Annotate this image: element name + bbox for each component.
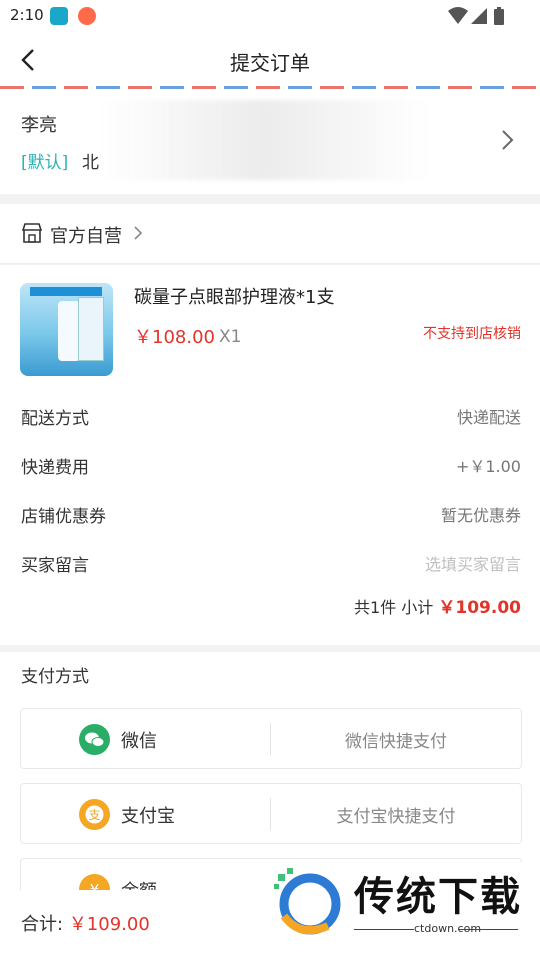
store-pickup-notice: 不支持到店核销 [423,326,521,342]
svg-text:支: 支 [88,808,100,822]
app-notification-icon [50,7,68,25]
watermark: 传统下载 ctdown.com [262,862,532,950]
order-total: 合计: ￥109.00 [21,910,150,936]
alipay-icon: 支 [79,799,110,830]
total-label: 合计: [21,914,64,935]
payment-option-name: 微信 [121,731,157,752]
watermark-line [458,929,518,930]
watermark-line [354,929,414,930]
subtotal-label: 共1件 小计 [354,598,434,617]
subtotal-amount: ￥109.00 [438,598,521,618]
battery-icon [494,7,504,25]
product-image-banner [30,287,102,296]
payment-section: 支付方式 微信 微信快捷支付 支 支付宝 支付宝快捷支付 ¥ 余额 [0,652,540,919]
payment-option-alipay[interactable]: 支 支付宝 支付宝快捷支付 [20,783,522,844]
product-name: 碳量子点眼部护理液*1支 [134,287,335,308]
shop-row[interactable]: 官方自营 [0,204,540,264]
watermark-logo-icon [274,868,341,935]
product-bottle [58,301,80,361]
store-icon [21,223,43,243]
page-title: 提交订单 [230,51,310,75]
total-amount: ￥109.00 [68,914,150,935]
wifi-icon [448,7,468,24]
buyer-message-label: 买家留言 [21,556,89,576]
delivery-method-value: 快递配送 [456,408,521,427]
product-image[interactable] [20,283,113,376]
shipping-fee-label: 快递费用 [21,458,89,478]
delivery-method-label: 配送方式 [21,409,89,429]
chevron-right-icon[interactable] [500,128,516,152]
chevron-right-icon [134,226,143,240]
buyer-message-row[interactable]: 买家留言 选填买家留言 [0,539,540,588]
product-quantity: X1 [219,327,242,347]
coupon-value: 暂无优惠券 [440,506,521,525]
recipient-name: 李亮 [21,115,57,136]
address-stripe [0,86,540,89]
redacted-address [100,100,430,180]
store-name: 官方自营 [50,226,122,247]
header: 提交订单 [0,32,540,88]
payment-option-name: 支付宝 [121,806,175,827]
signal-icon [471,8,487,24]
payment-option-wechat[interactable]: 微信 微信快捷支付 [20,708,522,769]
subtotal: 共1件 小计 ￥109.00 [354,593,521,618]
payment-option-desc: 支付宝快捷支付 [336,807,456,827]
coupon-row[interactable]: 店铺优惠券 暂无优惠券 [0,490,540,539]
status-bar: 2:10 [0,0,540,32]
product-price: ￥108.00 [134,327,215,348]
payment-option-desc: 微信快捷支付 [345,732,447,752]
buyer-message-input[interactable]: 选填买家留言 [425,551,521,575]
heart-notification-icon [78,7,96,25]
default-address-tag: [默认] [21,153,69,173]
order-details: 碳量子点眼部护理液*1支 ￥108.00 X1 不支持到店核销 配送方式 快递配… [0,265,540,645]
shipping-fee-value: +￥1.00 [455,457,521,476]
delivery-method-row[interactable]: 配送方式 快递配送 [0,392,540,441]
payment-heading: 支付方式 [21,667,89,687]
status-time: 2:10 [10,6,44,24]
shipping-fee-row: 快递费用 +￥1.00 [0,441,540,490]
address-line: 北 [82,153,100,173]
watermark-brand: 传统下载 [354,874,522,920]
address-card[interactable]: 李亮 [默认] 北 [0,86,540,194]
product-box [78,297,104,361]
wechat-icon [79,724,110,755]
coupon-label: 店铺优惠券 [21,507,106,527]
